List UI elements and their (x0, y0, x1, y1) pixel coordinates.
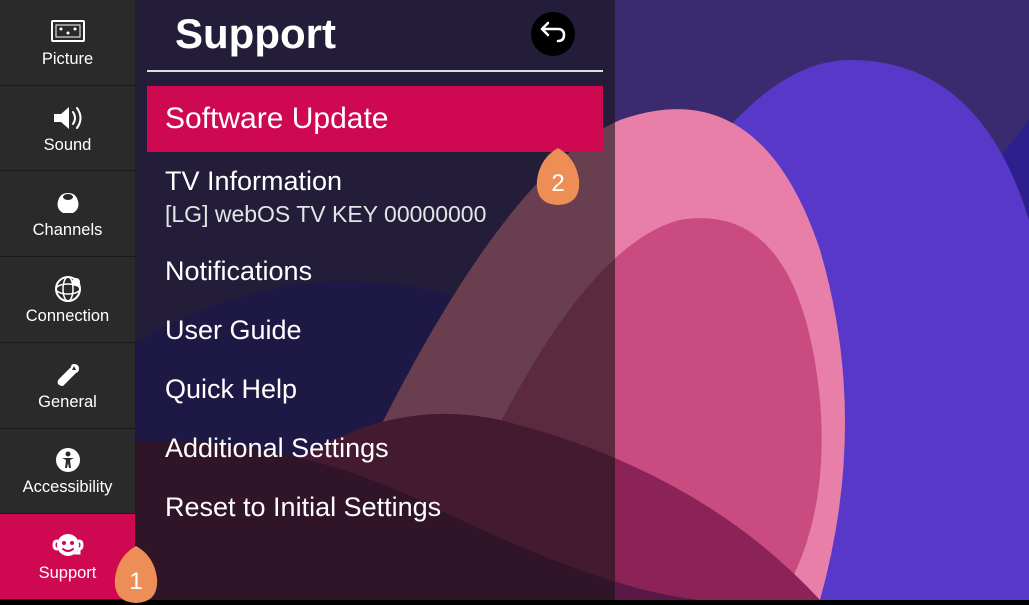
sidebar-item-label: General (38, 393, 97, 412)
sidebar-item-label: Support (39, 564, 97, 583)
menu-item-quick-help[interactable]: Quick Help (147, 360, 603, 419)
menu-item-label: Quick Help (165, 374, 585, 405)
annotation-number: 2 (535, 170, 581, 198)
menu-item-label: User Guide (165, 315, 585, 346)
support-menu-list: Software Update TV Information [LG] webO… (135, 72, 615, 537)
sidebar-item-label: Channels (33, 221, 103, 240)
back-button[interactable] (531, 12, 575, 56)
menu-item-label: Additional Settings (165, 433, 585, 464)
menu-item-label: Reset to Initial Settings (165, 492, 585, 523)
connection-icon (50, 273, 86, 305)
sidebar-item-label: Accessibility (23, 478, 113, 497)
menu-item-notifications[interactable]: Notifications (147, 242, 603, 301)
menu-item-label: Software Update (165, 102, 585, 136)
sidebar-item-label: Sound (44, 136, 92, 155)
channels-icon (50, 187, 86, 219)
menu-item-label: Notifications (165, 256, 585, 287)
menu-item-sub: [LG] webOS TV KEY 00000000 (165, 201, 585, 228)
settings-sidebar: Picture Sound Channels Connection Genera… (0, 0, 135, 600)
sidebar-item-picture[interactable]: Picture (0, 0, 135, 86)
back-icon (540, 21, 566, 48)
sidebar-item-accessibility[interactable]: Accessibility (0, 429, 135, 515)
panel-title: Support (175, 10, 336, 58)
annotation-number: 1 (113, 568, 159, 596)
support-panel: Support Software Update TV Information [… (135, 0, 615, 600)
menu-item-additional-settings[interactable]: Additional Settings (147, 419, 603, 478)
sound-icon (50, 102, 86, 134)
sidebar-item-sound[interactable]: Sound (0, 86, 135, 172)
menu-item-label: TV Information (165, 166, 585, 197)
picture-icon (50, 16, 86, 48)
sidebar-item-label: Connection (26, 307, 109, 326)
menu-item-reset-initial[interactable]: Reset to Initial Settings (147, 478, 603, 537)
annotation-callout-1: 1 (113, 546, 159, 604)
wrench-icon (50, 359, 86, 391)
support-icon (50, 530, 86, 562)
accessibility-icon (50, 444, 86, 476)
sidebar-item-general[interactable]: General (0, 343, 135, 429)
menu-item-software-update[interactable]: Software Update (147, 86, 603, 152)
menu-item-user-guide[interactable]: User Guide (147, 301, 603, 360)
annotation-callout-2: 2 (535, 148, 581, 206)
sidebar-item-channels[interactable]: Channels (0, 171, 135, 257)
sidebar-item-label: Picture (42, 50, 93, 69)
panel-header: Support (147, 0, 603, 72)
sidebar-item-connection[interactable]: Connection (0, 257, 135, 343)
